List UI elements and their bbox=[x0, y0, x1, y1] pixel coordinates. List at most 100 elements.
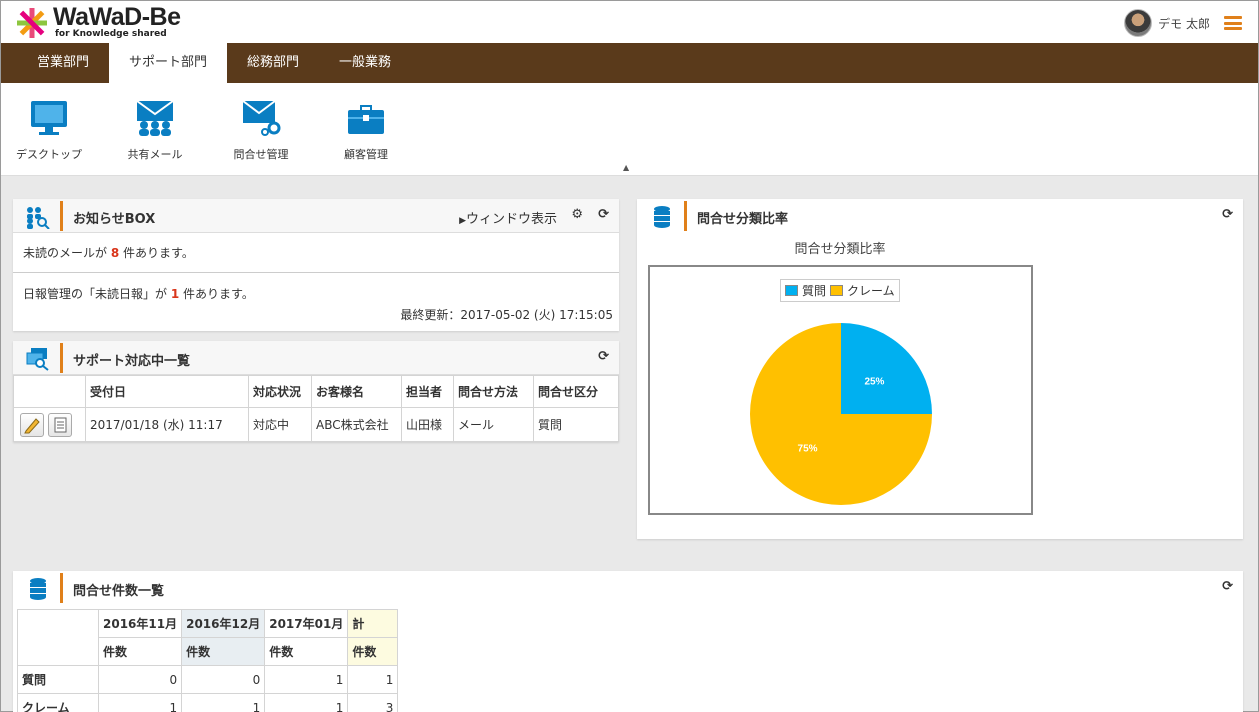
cell-count: 1 bbox=[264, 665, 349, 694]
toolbar-inquiry-button[interactable]: 問合せ管理 bbox=[216, 99, 306, 162]
collapse-toolbar-icon[interactable]: ▲ bbox=[623, 163, 629, 172]
col-received-date[interactable]: 受付日 bbox=[85, 375, 249, 408]
logo-tagline: for Knowledge shared bbox=[55, 29, 167, 39]
col-status[interactable]: 対応状況 bbox=[248, 375, 312, 408]
caret-right-icon: ▶ bbox=[459, 216, 466, 226]
notice-box-header: お知らせBOX ▶ウィンドウ表示 ⚙ ⟳ bbox=[13, 199, 619, 233]
sub-count-label: 件数 bbox=[264, 637, 349, 666]
toolbar-desktop-button[interactable]: デスクトップ bbox=[4, 99, 94, 162]
unread-report-notice: 日報管理の「未読日報」が 1 件あります。 bbox=[23, 287, 254, 301]
col-category[interactable]: 問合せ区分 bbox=[533, 375, 619, 408]
col-total: 計 bbox=[347, 609, 399, 638]
user-name[interactable]: デモ 太郎 bbox=[1158, 15, 1210, 32]
monitor-search-icon bbox=[26, 348, 49, 371]
support-in-progress-panel: サポート対応中一覧 ⟳ 受付日 対応状況 お客様名 担当者 問合せ方法 問合せ区… bbox=[13, 341, 619, 442]
app-toolbar: デスクトップ 共有メール 問合せ管理 顧客管理 ▲ bbox=[1, 83, 1258, 176]
table-row: クレーム 1 1 1 3 bbox=[17, 693, 399, 712]
support-table: 受付日 対応状況 お客様名 担当者 問合せ方法 問合せ区分 2017/01/18… bbox=[13, 375, 619, 442]
toolbox-icon bbox=[348, 105, 384, 134]
toolbar-shared-mail-button[interactable]: 共有メール bbox=[110, 99, 200, 162]
header-accent-bar bbox=[60, 201, 63, 231]
inquiry-mail-gear-icon bbox=[242, 100, 281, 136]
pie-chart-frame: 質問 クレーム 25% 75% bbox=[648, 265, 1033, 515]
cell-total: 3 bbox=[347, 693, 399, 712]
toolbar-customer-button[interactable]: 顧客管理 bbox=[321, 99, 411, 162]
count-table: 2016年11月 2016年12月 2017年01月 計 件数 件数 件数 件数… bbox=[17, 609, 399, 712]
toolbar-desktop-label: デスクトップ bbox=[16, 148, 82, 161]
col-2016-12: 2016年12月 bbox=[181, 609, 266, 638]
pie-slice-question[interactable] bbox=[841, 323, 932, 414]
tab-general-work[interactable]: 一般業務 bbox=[319, 43, 411, 83]
count-month-row: 2016年11月 2016年12月 2017年01月 計 bbox=[17, 609, 399, 666]
cell-method: メール bbox=[453, 407, 534, 442]
inquiry-count-panel: 問合せ件数一覧 ⟳ 2016年11月 2016年12月 2017年01月 計 件… bbox=[13, 571, 1243, 712]
tab-sales[interactable]: 営業部門 bbox=[17, 43, 109, 83]
pencil-icon bbox=[24, 417, 40, 433]
ratio-panel-title: 問合せ分類比率 bbox=[697, 212, 789, 227]
cell-count: 1 bbox=[264, 693, 349, 712]
support-table-header-row: 受付日 対応状況 お客様名 担当者 問合せ方法 問合せ区分 bbox=[13, 375, 619, 408]
row-actions bbox=[13, 407, 86, 442]
logo-star-icon bbox=[17, 8, 47, 38]
database-icon bbox=[30, 578, 46, 600]
cell-status: 対応中 bbox=[248, 407, 312, 442]
people-search-icon bbox=[27, 207, 50, 229]
logo-name: WaWaD-Be bbox=[53, 3, 181, 31]
ratio-panel-header: 問合せ分類比率 ⟳ bbox=[637, 199, 1243, 233]
cell-category: 質問 bbox=[533, 407, 619, 442]
monitor-icon bbox=[31, 101, 67, 135]
tab-support[interactable]: サポート部門 bbox=[109, 43, 228, 83]
header-accent-bar bbox=[684, 201, 687, 231]
col-2017-01: 2017年01月 bbox=[264, 609, 349, 638]
cell-count: 0 bbox=[181, 665, 266, 694]
app-header: WaWaD-Be for Knowledge shared デモ 太郎 bbox=[1, 1, 1258, 43]
unread-mail-count[interactable]: 8 bbox=[111, 246, 119, 260]
cell-received-date: 2017/01/18 (水) 11:17 bbox=[85, 407, 249, 442]
pie-label-complaint: 75% bbox=[798, 443, 818, 454]
refresh-icon[interactable]: ⟳ bbox=[1222, 579, 1233, 594]
support-panel-header: サポート対応中一覧 ⟳ bbox=[13, 341, 619, 375]
database-icon bbox=[654, 206, 670, 228]
col-method[interactable]: 問合せ方法 bbox=[453, 375, 534, 408]
avatar[interactable] bbox=[1124, 9, 1153, 37]
unread-mail-notice: 未読のメールが 8 件あります。 bbox=[13, 233, 619, 273]
col-customer[interactable]: お客様名 bbox=[311, 375, 402, 408]
col-2016-11: 2016年11月 bbox=[97, 609, 183, 638]
toolbar-shared-mail-label: 共有メール bbox=[127, 148, 183, 161]
header-accent-bar bbox=[60, 343, 63, 373]
pie-chart: 25% 75% bbox=[750, 323, 932, 505]
sub-count-label: 件数 bbox=[97, 637, 183, 666]
last-updated: 最終更新：2017-05-02 (火) 17:15:05 bbox=[400, 308, 613, 322]
refresh-icon[interactable]: ⟳ bbox=[1222, 207, 1233, 222]
app-logo[interactable]: WaWaD-Be for Knowledge shared bbox=[15, 3, 215, 41]
inquiry-ratio-panel: 問合せ分類比率 ⟳ 問合せ分類比率 質問 クレーム 25% 75% bbox=[637, 199, 1243, 539]
sub-count-label: 件数 bbox=[347, 637, 399, 666]
support-panel-title: サポート対応中一覧 bbox=[73, 354, 191, 369]
detail-button[interactable] bbox=[48, 412, 72, 437]
hamburger-menu-icon[interactable] bbox=[1224, 16, 1242, 30]
shared-mail-icon bbox=[136, 100, 174, 136]
header-accent-bar bbox=[60, 573, 63, 603]
edit-button[interactable] bbox=[20, 412, 44, 437]
chart-title: 問合せ分類比率 bbox=[794, 242, 886, 257]
user-menu[interactable]: デモ 太郎 bbox=[1124, 9, 1242, 37]
refresh-icon[interactable]: ⟳ bbox=[598, 349, 609, 364]
notice-box-title: お知らせBOX bbox=[73, 212, 156, 227]
cell-staff: 山田様 bbox=[401, 407, 454, 442]
col-staff[interactable]: 担当者 bbox=[401, 375, 454, 408]
notice-box-panel: お知らせBOX ▶ウィンドウ表示 ⚙ ⟳ 未読のメールが 8 件あります。 日報… bbox=[13, 199, 619, 331]
pie-label-question: 25% bbox=[864, 377, 884, 388]
cell-count: 1 bbox=[181, 693, 266, 712]
toolbar-inquiry-label: 問合せ管理 bbox=[233, 148, 289, 161]
table-row[interactable]: 2017/01/18 (水) 11:17 対応中 ABC株式会社 山田様 メール… bbox=[13, 407, 619, 442]
tab-general-affairs[interactable]: 総務部門 bbox=[227, 43, 319, 83]
department-tabs: 営業部門 サポート部門 総務部門 一般業務 bbox=[1, 43, 1258, 83]
row-label-question: 質問 bbox=[17, 665, 99, 694]
unread-report-count[interactable]: 1 bbox=[171, 287, 179, 301]
toolbar-customer-label: 顧客管理 bbox=[344, 148, 388, 161]
count-panel-title: 問合せ件数一覧 bbox=[73, 584, 165, 599]
refresh-icon[interactable]: ⟳ bbox=[598, 207, 609, 222]
gear-icon[interactable]: ⚙ bbox=[571, 207, 583, 222]
table-row: 質問 0 0 1 1 bbox=[17, 665, 399, 694]
window-display-link[interactable]: ▶ウィンドウ表示 bbox=[459, 208, 557, 227]
